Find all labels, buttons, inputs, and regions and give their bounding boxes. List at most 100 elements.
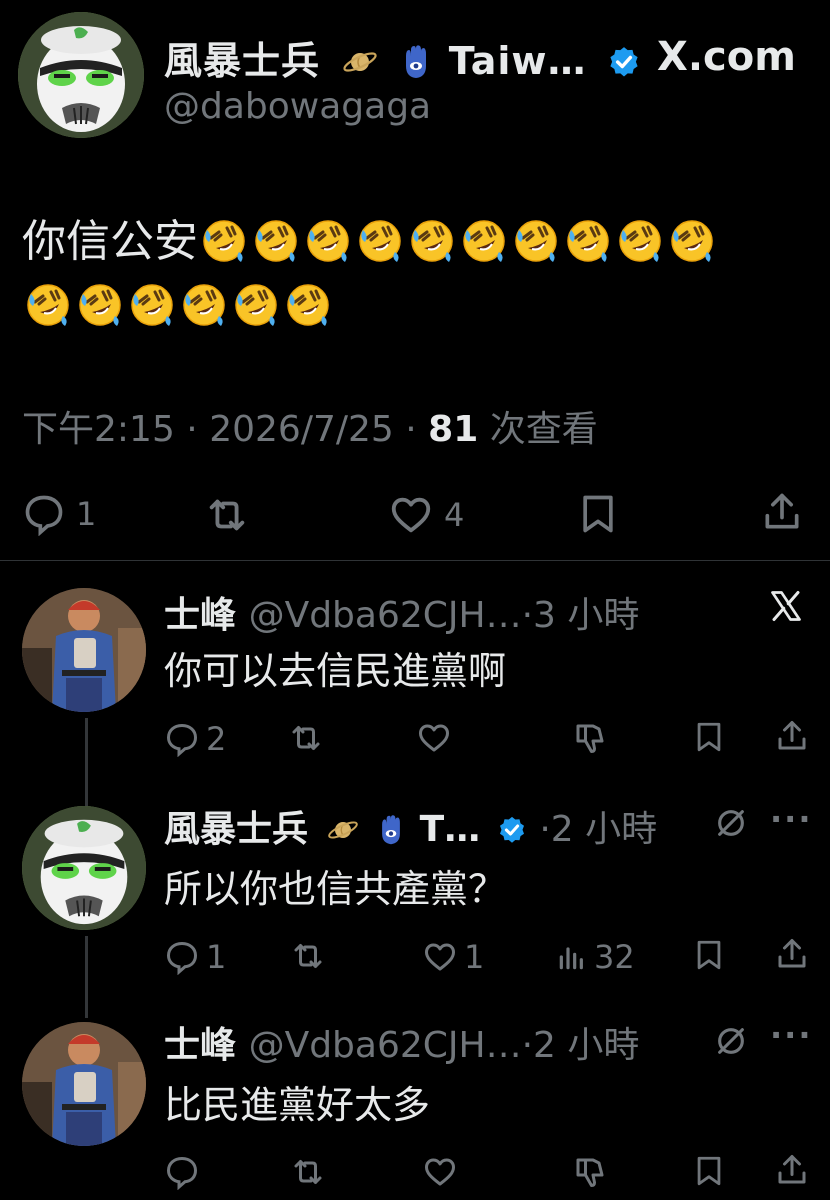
views-count: 81: [428, 409, 479, 450]
bookmark-icon: [576, 492, 620, 536]
x-com-watermark: X.com: [657, 34, 796, 80]
share-button[interactable]: [774, 1152, 810, 1188]
more-options-icon[interactable]: ···: [770, 1016, 812, 1054]
rolling-on-floor-laughing-emoji: [129, 282, 175, 328]
retweet-icon: [290, 938, 326, 974]
like-count: 4: [444, 496, 465, 534]
rolling-on-floor-laughing-emoji: [285, 282, 331, 328]
retweet-icon: [204, 492, 250, 538]
reply-icon: [164, 939, 200, 975]
reply-icon: [164, 721, 200, 757]
reply-author-name: 士峰: [164, 595, 237, 636]
bookmark-button[interactable]: [576, 492, 620, 536]
reply-text: 你可以去信民進黨啊: [164, 649, 507, 693]
x-logo-icon: [768, 588, 804, 624]
thread-line: [85, 936, 88, 1018]
retweet-icon: [288, 720, 324, 756]
person-avatar-image: [22, 1022, 146, 1146]
rolling-on-floor-laughing-emoji: [617, 218, 663, 264]
reply-author[interactable]: 風暴士兵 T… ·2 小時: [164, 800, 657, 852]
views-button[interactable]: 32: [556, 938, 635, 976]
reply-button[interactable]: 2: [164, 720, 226, 758]
reply-count: 1: [76, 495, 97, 533]
dislike-button[interactable]: [572, 720, 608, 756]
author-display-name[interactable]: 風暴士兵 Taiw…: [164, 30, 641, 85]
retweet-button[interactable]: [290, 1154, 326, 1190]
retweet-button[interactable]: [290, 938, 326, 974]
like-icon: [422, 1154, 458, 1190]
author-avatar[interactable]: [18, 12, 144, 138]
bookmark-button[interactable]: [692, 1154, 726, 1188]
more-options-icon[interactable]: ···: [770, 800, 812, 838]
share-icon: [760, 490, 804, 534]
verified-badge-icon: [497, 815, 527, 845]
reply-icon: [164, 1154, 200, 1190]
reply-button[interactable]: [164, 1154, 200, 1190]
bookmark-icon: [692, 938, 726, 972]
verified-badge-icon: [607, 45, 641, 79]
like-button[interactable]: 1: [422, 938, 484, 976]
reply-avatar[interactable]: [22, 1022, 146, 1146]
reply-handle-time: ·2 小時: [539, 809, 658, 850]
bookmark-icon: [692, 1154, 726, 1188]
slash-circle-icon: [714, 1024, 748, 1058]
slash-circle-icon: [714, 806, 748, 840]
reply-icon: [22, 492, 66, 536]
like-button[interactable]: [416, 720, 452, 756]
tweet-text: 你信公安: [22, 210, 812, 338]
author-handle[interactable]: @dabowagaga: [164, 86, 431, 127]
rolling-on-floor-laughing-emoji: [77, 282, 123, 328]
meta-separator: ·: [186, 409, 198, 450]
reply-handle-time: @Vdba62CJH…·3 小時: [248, 595, 640, 636]
reply-handle-time: @Vdba62CJH…·2 小時: [248, 1025, 640, 1066]
tweet-date[interactable]: 2026/7/25: [209, 409, 394, 450]
retweet-button[interactable]: [288, 720, 324, 756]
rolling-on-floor-laughing-emoji: [233, 282, 279, 328]
dislike-icon: [572, 720, 608, 756]
rolling-on-floor-laughing-emoji: [513, 218, 559, 264]
stormtrooper-avatar-image: [18, 12, 144, 138]
reply-author-name: 士峰: [164, 1025, 237, 1066]
reply-author[interactable]: 士峰 @Vdba62CJH…·2 小時: [164, 1016, 639, 1068]
views-icon: [556, 941, 588, 973]
retweet-button[interactable]: [204, 492, 260, 538]
reply-text: 比民進黨好太多: [164, 1083, 431, 1127]
like-icon: [422, 939, 458, 975]
bookmark-button[interactable]: [692, 938, 726, 972]
rolling-on-floor-laughing-emoji: [201, 218, 247, 264]
reply-author-name: 風暴士兵: [164, 809, 309, 850]
share-button[interactable]: [774, 718, 810, 754]
like-button[interactable]: 4: [388, 492, 464, 538]
tweet-time[interactable]: 下午2:15: [22, 409, 175, 450]
saturn-emoji-icon: [327, 814, 359, 846]
share-button[interactable]: [774, 936, 810, 972]
rolling-on-floor-laughing-emoji: [25, 282, 71, 328]
reply-avatar[interactable]: [22, 588, 146, 712]
saturn-emoji-icon: [342, 44, 378, 80]
meta-separator: ·: [405, 409, 417, 450]
emoji-line-1: [198, 216, 718, 267]
author-name-truncated: Taiw…: [448, 39, 587, 83]
reply-count: 2: [206, 720, 227, 758]
tweet-text-body: 你信公安: [22, 216, 198, 267]
like-button[interactable]: [422, 1154, 458, 1190]
share-button[interactable]: [760, 490, 804, 534]
reply-button[interactable]: 1: [22, 492, 96, 536]
like-icon: [416, 720, 452, 756]
dislike-button[interactable]: [572, 1154, 608, 1190]
reply-count: 1: [206, 938, 227, 976]
reply-button[interactable]: 1: [164, 938, 226, 976]
reply-author-name-truncated: T…: [419, 809, 481, 850]
bookmark-icon: [692, 720, 726, 754]
reply-avatar[interactable]: [22, 806, 146, 930]
rolling-on-floor-laughing-emoji: [409, 218, 455, 264]
rolling-on-floor-laughing-emoji: [305, 218, 351, 264]
views-count: 32: [594, 938, 635, 976]
person-avatar-image: [22, 588, 146, 712]
dislike-icon: [572, 1154, 608, 1190]
share-icon: [774, 1152, 810, 1188]
bookmark-button[interactable]: [692, 720, 726, 754]
reply-author[interactable]: 士峰 @Vdba62CJH…·3 小時: [164, 586, 639, 638]
like-count: 1: [464, 938, 485, 976]
rolling-on-floor-laughing-emoji: [253, 218, 299, 264]
